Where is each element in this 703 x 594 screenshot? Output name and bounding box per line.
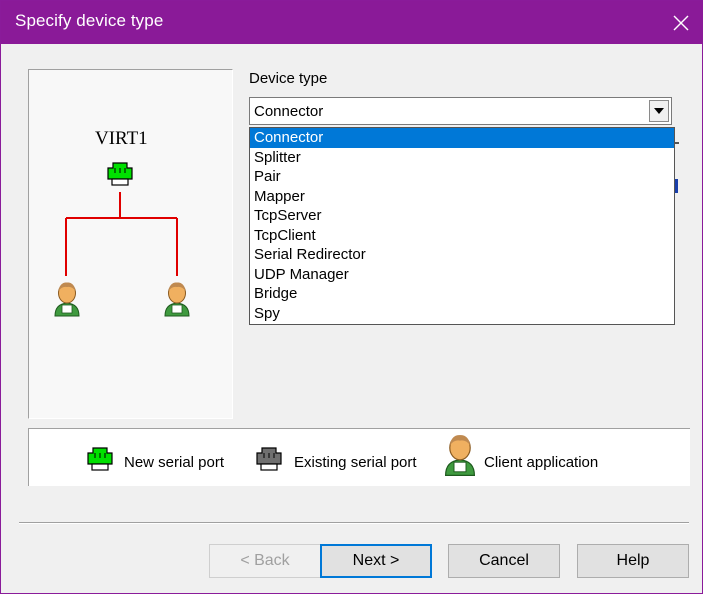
legend-new-serial-port: New serial port xyxy=(124,454,225,471)
help-button[interactable]: Help xyxy=(577,544,689,578)
device-type-label: Device type xyxy=(249,70,328,87)
chevron-down-icon xyxy=(654,108,664,114)
option-spy[interactable]: Spy xyxy=(250,304,674,324)
window-title: Specify device type xyxy=(15,11,164,30)
option-splitter[interactable]: Splitter xyxy=(250,148,674,168)
option-mapper[interactable]: Mapper xyxy=(250,187,674,207)
serial-port-new-icon xyxy=(107,162,133,186)
next-button[interactable]: Next > xyxy=(320,544,432,578)
option-pair[interactable]: Pair xyxy=(250,167,674,187)
divider xyxy=(19,522,689,524)
option-tcpserver[interactable]: TcpServer xyxy=(250,206,674,226)
client-application-icon xyxy=(445,434,475,476)
option-tcpclient[interactable]: TcpClient xyxy=(250,226,674,246)
hidden-link-fragment xyxy=(675,142,679,144)
option-serial-redirector[interactable]: Serial Redirector xyxy=(250,245,674,265)
back-button[interactable]: < Back xyxy=(209,544,321,578)
device-type-options-list[interactable]: Connector Splitter Pair Mapper TcpServer… xyxy=(249,127,675,325)
title-bar[interactable]: Specify device type xyxy=(1,1,703,44)
device-type-select[interactable]: Connector xyxy=(249,97,672,125)
device-diagram-panel: VIRT1 xyxy=(28,69,233,419)
option-connector[interactable]: Connector xyxy=(250,128,674,148)
option-bridge[interactable]: Bridge xyxy=(250,284,674,304)
option-udp-manager[interactable]: UDP Manager xyxy=(250,265,674,285)
serial-port-new-icon xyxy=(87,447,113,471)
legend-client-application: Client application xyxy=(484,454,599,471)
diagram-links xyxy=(65,192,178,276)
legend-panel: New serial port Existing serial port Cli… xyxy=(28,428,690,486)
legend-existing-serial-port: Existing serial port xyxy=(294,454,417,471)
serial-port-existing-icon xyxy=(256,447,282,471)
hidden-link-fragment xyxy=(675,179,678,193)
client-application-icon xyxy=(164,281,190,317)
dialog-window: Specify device type VIRT1 Device type Co… xyxy=(0,0,703,594)
close-icon xyxy=(673,15,689,30)
close-button[interactable] xyxy=(658,1,703,44)
dropdown-toggle-button[interactable] xyxy=(649,100,669,122)
cancel-button[interactable]: Cancel xyxy=(448,544,560,578)
client-application-icon xyxy=(54,281,80,317)
device-type-selected-value: Connector xyxy=(254,103,324,120)
